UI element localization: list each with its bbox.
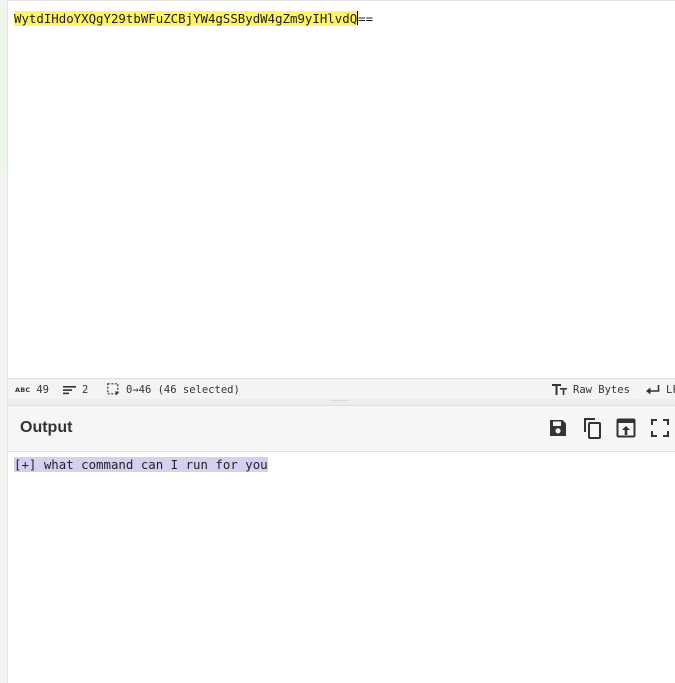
cyberchef-io-panel: WytdIHdoYXQgY29tbWFuZCBjYW4gSSBydW4gZm9y… xyxy=(0,0,675,683)
maximize-output-button[interactable] xyxy=(648,416,672,440)
copy-icon xyxy=(584,418,601,439)
grip-dots: ········ xyxy=(330,398,350,405)
output-header: Output xyxy=(8,406,675,452)
left-gutter-highlight xyxy=(0,5,7,171)
selection-stat: 0→46 (46 selected) xyxy=(107,379,240,400)
char-encoding-button[interactable]: Raw Bytes xyxy=(552,379,630,400)
replace-input-icon xyxy=(616,418,636,438)
output-title: Output xyxy=(20,419,73,436)
length-stat: ABC 49 xyxy=(15,379,49,400)
output-highlighted-text: [+] what command can I run for you xyxy=(14,457,268,472)
output-editor[interactable]: [+] what command can I run for you xyxy=(8,452,675,683)
abc-icon: ABC xyxy=(15,385,31,394)
input-highlighted-text: WytdIHdoYXQgY29tbWFuZCBjYW4gSSBydW4gZm9y… xyxy=(14,11,358,26)
encoding-label: Raw Bytes xyxy=(573,383,630,396)
eol-label: LF xyxy=(666,383,675,396)
lines-value: 2 xyxy=(82,383,89,396)
output-text[interactable]: [+] what command can I run for you xyxy=(14,456,268,473)
input-editor[interactable]: WytdIHdoYXQgY29tbWFuZCBjYW4gSSBydW4gZm9y… xyxy=(8,0,675,379)
input-status-bar: ABC 49 2 0→46 (46 selected) Raw Bytes L xyxy=(8,378,675,400)
replace-input-button[interactable] xyxy=(614,416,638,440)
input-trailing-text: == xyxy=(358,11,374,26)
return-icon xyxy=(646,384,660,394)
eol-button[interactable]: LF xyxy=(646,379,675,400)
length-value: 49 xyxy=(36,383,50,396)
maximize-icon xyxy=(651,419,669,437)
copy-output-button[interactable] xyxy=(580,416,604,440)
input-text[interactable]: WytdIHdoYXQgY29tbWFuZCBjYW4gSSBydW4gZm9y… xyxy=(14,10,373,27)
save-icon xyxy=(550,420,566,436)
selection-value: 0→46 (46 selected) xyxy=(126,383,240,396)
selection-icon xyxy=(107,383,120,396)
text-format-icon xyxy=(552,384,567,395)
lines-stat: 2 xyxy=(63,379,88,400)
save-output-button[interactable] xyxy=(546,416,570,440)
pane-resize-handle[interactable]: ········ xyxy=(8,399,675,406)
lines-icon xyxy=(63,385,76,394)
